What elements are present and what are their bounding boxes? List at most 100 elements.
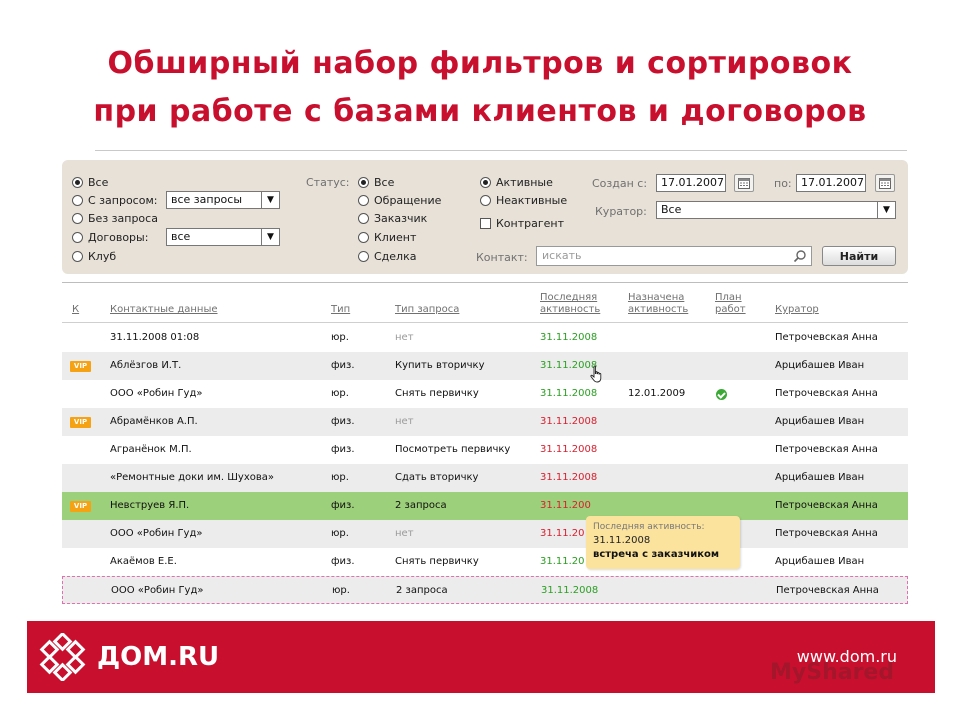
cell-type: физ. xyxy=(331,556,355,567)
radio-icon xyxy=(358,250,369,262)
type-radio-all[interactable]: Все xyxy=(72,174,108,190)
created-from-value: 17.01.2007 xyxy=(661,176,724,189)
request-select[interactable]: все запросы ▼ xyxy=(166,191,280,209)
cell-type: юр. xyxy=(331,388,349,399)
table-row[interactable]: Акаёмов Е.Е. физ. Снять первичку 31.11.20 Ар… xyxy=(62,548,908,576)
cell-type: физ. xyxy=(331,444,355,455)
radio-icon xyxy=(480,176,491,188)
cell-assigned-activity: 12.01.2009 xyxy=(628,388,686,399)
type-radio-contracts[interactable]: Договоры: xyxy=(72,229,148,245)
column-header-assigned-activity[interactable]: Назначена активность xyxy=(628,292,688,316)
cell-type: юр. xyxy=(331,332,349,343)
table-top-divider xyxy=(62,282,908,283)
status-radio-deal[interactable]: Сделка xyxy=(358,248,416,264)
table-row[interactable]: «Ремонтные доки им. Шухова» юр. Сдать втор… xyxy=(62,464,908,492)
table-row[interactable]: ООО «Робин Гуд» юр. 2 запроса 31.11.2008 Пет… xyxy=(62,576,908,604)
curator-select[interactable]: Все ▼ xyxy=(656,201,896,219)
radio-label: Клуб xyxy=(88,249,117,263)
cell-last-activity: 31.11.2008 xyxy=(540,332,598,343)
created-to-input[interactable]: 17.01.2007 xyxy=(796,174,866,192)
radio-label: Сделка xyxy=(374,249,417,263)
table-row[interactable]: VIP Невструев Я.П. физ. 2 запроса 31.11.200 П… xyxy=(62,492,908,520)
dom-ru-logo-icon xyxy=(39,633,86,681)
cell-contact: Невструев Я.П. xyxy=(110,500,190,511)
column-header-last-activity[interactable]: Последняя активность xyxy=(540,292,600,316)
radio-label: С запросом: xyxy=(88,193,158,207)
status-radio-request[interactable]: Обращение xyxy=(358,192,441,208)
cell-curator: Арцибашев Иван xyxy=(775,556,865,567)
contact-search-input[interactable]: искать xyxy=(536,246,812,266)
slide-title: Обширный набор фильтров и сортировок при… xyxy=(0,40,960,136)
created-from-label: Создан с: xyxy=(592,177,648,190)
search-icon[interactable] xyxy=(793,249,807,263)
created-to-label: по: xyxy=(774,177,792,190)
type-radio-with-request[interactable]: С запросом: xyxy=(72,192,157,208)
contracts-select[interactable]: все ▼ xyxy=(166,228,280,246)
table-row[interactable]: 31.11.2008 01:08 юр. нет 31.11.2008 Петрочев… xyxy=(62,324,908,352)
cell-request-type: Сдать вторичку xyxy=(395,472,479,483)
cell-type: физ. xyxy=(331,500,355,511)
table-row[interactable]: Агранёнок М.П. физ. Посмотреть первичку 31.… xyxy=(62,436,908,464)
tooltip-title: Последняя активность: xyxy=(593,522,705,532)
counterparty-checkbox[interactable]: Контрагент xyxy=(480,215,564,231)
status-label: Статус: xyxy=(306,176,350,189)
calendar-from-button[interactable] xyxy=(734,174,754,192)
radio-label: Все xyxy=(88,175,109,189)
request-select-value: все запросы xyxy=(171,193,243,206)
type-radio-club[interactable]: Клуб xyxy=(72,248,116,264)
column-header-contact[interactable]: Контактные данные xyxy=(110,304,218,316)
cell-last-activity: 31.11.2008 xyxy=(540,444,598,455)
column-header-work-plan[interactable]: План работ xyxy=(715,292,746,316)
table-row[interactable]: VIP Абрамёнков А.П. физ. нет 31.11.2008 Арциб… xyxy=(62,408,908,436)
cell-last-activity: 31.11.2008 xyxy=(540,388,598,399)
radio-icon xyxy=(72,231,83,243)
tooltip-description: встреча с заказчиком xyxy=(593,549,720,560)
table-header: К Контактные данные Тип Тип запроса Посл… xyxy=(62,286,908,322)
cell-last-activity: 31.11.200 xyxy=(540,500,591,511)
cell-request-type: нет xyxy=(395,416,414,427)
column-header-curator[interactable]: Куратор xyxy=(775,304,819,316)
column-header-k[interactable]: К xyxy=(72,304,79,316)
status-radio-all[interactable]: Все xyxy=(358,174,394,190)
radio-label: Заказчик xyxy=(374,211,428,225)
cell-last-activity: 31.11.2008 xyxy=(541,585,599,596)
table-row[interactable]: ООО «Робин Гуд» юр. нет 31.11.20 Петрочевска… xyxy=(62,520,908,548)
cell-contact: Аблёзгов И.Т. xyxy=(110,360,182,371)
calendar-icon xyxy=(738,177,750,189)
radio-icon xyxy=(358,176,369,188)
status-radio-customer[interactable]: Заказчик xyxy=(358,210,427,226)
contact-label: Контакт: xyxy=(476,251,528,264)
find-button[interactable]: Найти xyxy=(822,246,896,266)
cell-request-type: 2 запроса xyxy=(396,585,448,596)
cell-type: юр. xyxy=(331,528,349,539)
cell-request-type: Купить вторичку xyxy=(395,360,485,371)
chevron-down-icon: ▼ xyxy=(877,202,895,218)
cell-curator: Петрочевская Анна xyxy=(775,332,878,343)
radio-label: Без запроса xyxy=(88,211,158,225)
calendar-to-button[interactable] xyxy=(875,174,895,192)
radio-icon xyxy=(358,194,369,206)
created-from-input[interactable]: 17.01.2007 xyxy=(656,174,726,192)
activity-radio-inactive[interactable]: Неактивные xyxy=(480,192,567,208)
title-divider xyxy=(95,150,907,151)
table-row[interactable]: ООО «Робин Гуд» юр. Снять первичку 31.11.20… xyxy=(62,380,908,408)
cell-last-activity: 31.11.2008 xyxy=(540,416,598,427)
radio-label: Активные xyxy=(496,175,553,189)
table-row[interactable]: VIP Аблёзгов И.Т. физ. Купить вторичку 31.11… xyxy=(62,352,908,380)
cell-contact: ООО «Робин Гуд» xyxy=(110,388,203,399)
column-header-type[interactable]: Тип xyxy=(331,304,350,316)
created-to-value: 17.01.2007 xyxy=(801,176,864,189)
cell-contact: «Ремонтные доки им. Шухова» xyxy=(110,472,275,483)
radio-icon xyxy=(358,212,369,224)
type-radio-without-request[interactable]: Без запроса xyxy=(72,210,158,226)
watermark-text: MyShared xyxy=(770,660,895,685)
radio-icon xyxy=(358,231,369,243)
cell-curator: Петрочевская Анна xyxy=(775,444,878,455)
activity-radio-active[interactable]: Активные xyxy=(480,174,553,190)
column-header-request-type[interactable]: Тип запроса xyxy=(395,304,459,316)
radio-icon xyxy=(72,194,83,206)
status-radio-client[interactable]: Клиент xyxy=(358,229,416,245)
cell-contact: ООО «Робин Гуд» xyxy=(110,528,203,539)
curator-select-value: Все xyxy=(661,203,682,216)
radio-icon xyxy=(72,250,83,262)
